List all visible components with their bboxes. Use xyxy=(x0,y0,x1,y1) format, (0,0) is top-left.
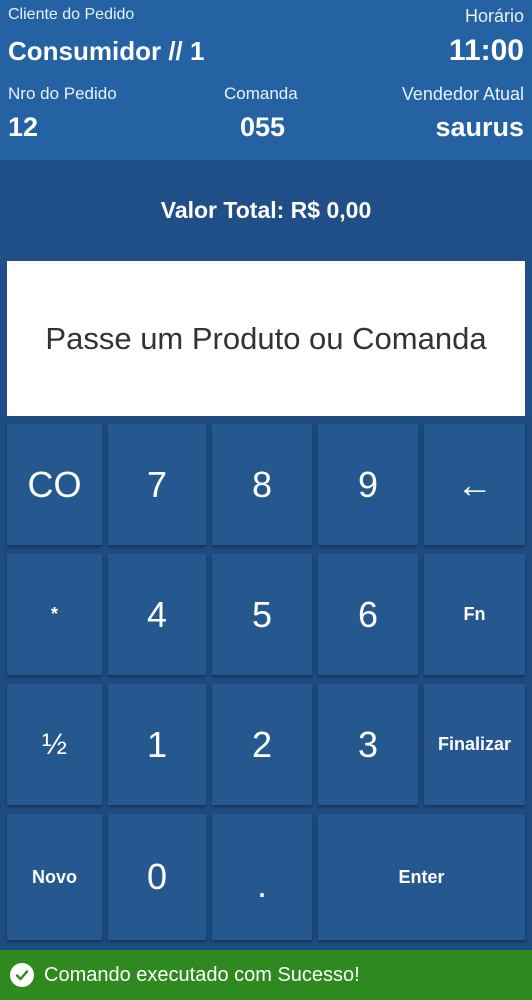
key-2[interactable]: 2 xyxy=(212,684,312,805)
enter-button[interactable]: Enter xyxy=(318,814,525,940)
status-bar: Comando executado com Sucesso! xyxy=(0,950,532,1000)
pedido-value: 12 xyxy=(8,112,39,142)
status-message: Comando executado com Sucesso! xyxy=(44,963,360,986)
pedido-label: Nro do Pedido xyxy=(8,84,117,103)
vendedor-value: saurus xyxy=(435,112,524,142)
check-circle-icon xyxy=(10,963,34,987)
co-button[interactable]: CO xyxy=(7,424,102,545)
finalizar-button[interactable]: Finalizar xyxy=(424,684,525,805)
key-0[interactable]: 0 xyxy=(108,814,206,940)
key-4[interactable]: 4 xyxy=(108,554,206,675)
valor-total: Valor Total: R$ 0,00 xyxy=(160,196,372,223)
product-input-area[interactable]: Passe um Produto ou Comanda xyxy=(7,261,525,416)
key-9[interactable]: 9 xyxy=(318,424,418,545)
horario-label: Horário xyxy=(464,6,524,26)
backspace-button[interactable]: ← xyxy=(424,424,525,545)
vendedor-label: Vendedor Atual xyxy=(401,84,524,104)
key-5[interactable]: 5 xyxy=(212,554,312,675)
comanda-label: Comanda xyxy=(224,84,298,103)
cliente-value: Consumidor // 1 xyxy=(8,36,205,66)
total-bar: Valor Total: R$ 0,00 xyxy=(0,160,532,260)
key-7[interactable]: 7 xyxy=(108,424,206,545)
key-3[interactable]: 3 xyxy=(318,684,418,805)
cliente-label: Cliente do Pedido xyxy=(8,6,135,23)
comanda-value: 055 xyxy=(240,112,286,142)
order-header: Cliente do Pedido Consumidor // 1 Horári… xyxy=(0,0,532,160)
key-1[interactable]: 1 xyxy=(108,684,206,805)
novo-button[interactable]: Novo xyxy=(7,814,102,940)
keypad: CO 7 8 9 ← * 4 5 6 Fn ½ 1 2 3 Finalizar … xyxy=(0,416,532,950)
input-prompt: Passe um Produto ou Comanda xyxy=(45,320,487,356)
multiply-button[interactable]: * xyxy=(7,554,102,675)
fn-button[interactable]: Fn xyxy=(424,554,525,675)
decimal-button[interactable]: . xyxy=(212,814,312,940)
key-6[interactable]: 6 xyxy=(318,554,418,675)
key-8[interactable]: 8 xyxy=(212,424,312,545)
half-button[interactable]: ½ xyxy=(7,684,102,805)
horario-value: 11:00 xyxy=(448,34,524,67)
